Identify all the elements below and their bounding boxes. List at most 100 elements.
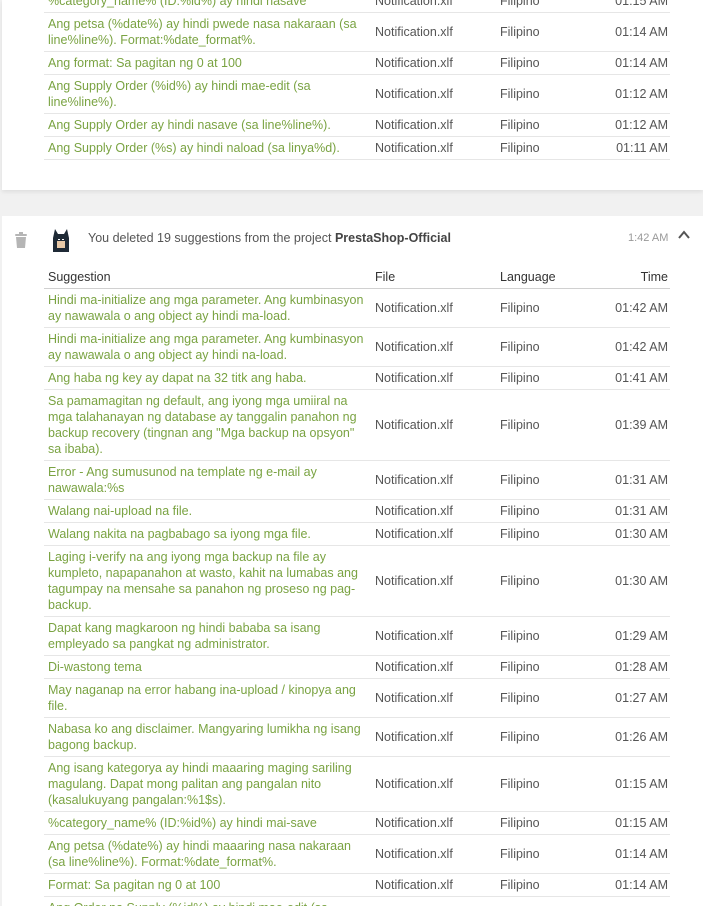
file-cell: Notification.xlf <box>371 522 496 546</box>
time-cell: 01:12 AM <box>596 113 670 137</box>
file-cell: Notification.xlf <box>371 327 496 367</box>
suggestion-cell[interactable]: Sa pamamagitan ng default, ang iyong mga… <box>44 389 371 461</box>
file-cell: Notification.xlf <box>371 545 496 617</box>
file-cell: Notification.xlf <box>371 113 496 137</box>
suggestion-cell[interactable]: Di-wastong tema <box>44 655 371 679</box>
project-link[interactable]: PrestaShop-Official <box>335 231 451 245</box>
time-cell: 01:42 AM <box>596 327 670 367</box>
table-header-row: Suggestion File Language Time <box>44 262 670 289</box>
table-row: %category_name% (ID:%id%) ay hindi mai-s… <box>44 811 670 835</box>
suggestion-cell[interactable]: %category_name% (ID:%id%) ay hindi mai-s… <box>44 811 371 835</box>
table-row: Di-wastong tema Notification.xlf Filipino 0… <box>44 655 670 679</box>
language-cell: Filipino <box>496 896 596 906</box>
suggestion-cell[interactable]: May naganap na error habang ina-upload /… <box>44 678 371 718</box>
time-cell: 01:39 AM <box>596 389 670 461</box>
file-cell: Notification.xlf <box>371 717 496 757</box>
language-cell: Filipino <box>496 51 596 75</box>
file-cell: Notification.xlf <box>371 136 496 160</box>
suggestion-cell[interactable]: Format: Sa pagitan ng 0 at 100 <box>44 873 371 897</box>
table-row: Ang Supply Order (%id%) ay hindi mae-edi… <box>44 74 670 114</box>
table-row: Walang nakita na pagbabago sa iyong mga … <box>44 522 670 546</box>
time-cell: 01:27 AM <box>596 678 670 718</box>
suggestion-cell[interactable]: Ang Supply Order (%s) ay hindi naload (s… <box>44 136 371 160</box>
previous-suggestions-table: %category_name% (ID:%id%) ay hindi nasav… <box>44 0 670 160</box>
deleted-suggestions-event-card: You deleted 19 suggestions from the proj… <box>2 216 703 906</box>
suggestion-cell[interactable]: Walang nai-upload na file. <box>44 499 371 523</box>
time-cell: 01:14 AM <box>596 12 670 52</box>
time-cell: 01:31 AM <box>596 460 670 500</box>
suggestion-cell[interactable]: Ang petsa (%date%) ay hindi maaaring nas… <box>44 834 371 874</box>
suggestion-cell[interactable]: Ang format: Sa pagitan ng 0 at 100 <box>44 51 371 75</box>
table-row: Error - Ang sumusunod na template ng e-m… <box>44 460 670 500</box>
table-row: Sa pamamagitan ng default, ang iyong mga… <box>44 389 670 461</box>
file-cell: Notification.xlf <box>371 0 496 13</box>
table-row: Ang Order na Supply (%id%) ay hindi mae-… <box>44 896 670 906</box>
language-cell: Filipino <box>496 460 596 500</box>
file-cell: Notification.xlf <box>371 873 496 897</box>
suggestion-cell[interactable]: Walang nakita na pagbabago sa iyong mga … <box>44 522 371 546</box>
language-cell: Filipino <box>496 74 596 114</box>
suggestion-cell[interactable]: Ang isang kategorya ay hindi maaaring ma… <box>44 756 371 812</box>
language-cell: Filipino <box>496 12 596 52</box>
language-cell: Filipino <box>496 756 596 812</box>
time-cell: 01:41 AM <box>596 366 670 390</box>
file-cell: Notification.xlf <box>371 811 496 835</box>
suggestion-cell[interactable]: Dapat kang magkaroon ng hindi bababa sa … <box>44 616 371 656</box>
table-row: Ang format: Sa pagitan ng 0 at 100 Notifi… <box>44 51 670 75</box>
suggestion-cell[interactable]: Ang Supply Order (%id%) ay hindi mae-edi… <box>44 74 371 114</box>
suggestion-cell[interactable]: Hindi ma-initialize ang mga parameter. A… <box>44 327 371 367</box>
time-cell: 01:30 AM <box>596 545 670 617</box>
trash-icon[interactable] <box>14 232 28 248</box>
language-cell: Filipino <box>496 717 596 757</box>
language-cell: Filipino <box>496 0 596 13</box>
language-cell: Filipino <box>496 136 596 160</box>
table-row: Nabasa ko ang disclaimer. Mangyaring lum… <box>44 717 670 757</box>
language-cell: Filipino <box>496 499 596 523</box>
language-cell: Filipino <box>496 873 596 897</box>
batman-avatar <box>48 226 74 252</box>
table-row: May naganap na error habang ina-upload /… <box>44 678 670 718</box>
column-header-language: Language <box>496 262 596 289</box>
file-cell: Notification.xlf <box>371 51 496 75</box>
table-row: Ang Supply Order ay hindi nasave (sa lin… <box>44 113 670 137</box>
file-cell: Notification.xlf <box>371 389 496 461</box>
suggestion-cell[interactable]: Laging i-verify na ang iyong mga backup … <box>44 545 371 617</box>
language-cell: Filipino <box>496 834 596 874</box>
suggestion-cell[interactable]: Nabasa ko ang disclaimer. Mangyaring lum… <box>44 717 371 757</box>
time-cell: 01:11 AM <box>596 136 670 160</box>
table-row: %category_name% (ID:%id%) ay hindi nasav… <box>44 0 670 13</box>
column-header-time: Time <box>596 262 670 289</box>
suggestion-cell[interactable]: Ang haba ng key ay dapat na 32 titk ang … <box>44 366 371 390</box>
table-row: Ang haba ng key ay dapat na 32 titk ang … <box>44 366 670 390</box>
event-message: You deleted 19 suggestions from the proj… <box>88 231 451 245</box>
language-cell: Filipino <box>496 678 596 718</box>
suggestion-cell[interactable]: Ang Supply Order ay hindi nasave (sa lin… <box>44 113 371 137</box>
chevron-up-icon[interactable] <box>677 228 691 242</box>
table-row: Ang isang kategorya ay hindi maaaring ma… <box>44 756 670 812</box>
suggestion-cell[interactable]: Ang petsa (%date%) ay hindi pwede nasa n… <box>44 12 371 52</box>
time-cell: 01:15 AM <box>596 811 670 835</box>
file-cell: Notification.xlf <box>371 834 496 874</box>
file-cell: Notification.xlf <box>371 756 496 812</box>
previous-event-card: %category_name% (ID:%id%) ay hindi nasav… <box>2 0 703 190</box>
language-cell: Filipino <box>496 113 596 137</box>
file-cell: Notification.xlf <box>371 896 496 906</box>
time-cell: 01:26 AM <box>596 717 670 757</box>
time-cell: 01:13 AM <box>596 896 670 906</box>
language-cell: Filipino <box>496 389 596 461</box>
language-cell: Filipino <box>496 522 596 546</box>
table-row: Dapat kang magkaroon ng hindi bababa sa … <box>44 616 670 656</box>
time-cell: 01:28 AM <box>596 655 670 679</box>
suggestion-cell[interactable]: Ang Order na Supply (%id%) ay hindi mae-… <box>44 896 371 906</box>
language-cell: Filipino <box>496 366 596 390</box>
time-cell: 01:14 AM <box>596 873 670 897</box>
suggestion-cell[interactable]: Error - Ang sumusunod na template ng e-m… <box>44 460 371 500</box>
table-row: Laging i-verify na ang iyong mga backup … <box>44 545 670 617</box>
time-cell: 01:15 AM <box>596 0 670 13</box>
file-cell: Notification.xlf <box>371 74 496 114</box>
suggestion-cell[interactable]: %category_name% (ID:%id%) ay hindi nasav… <box>44 0 371 13</box>
language-cell: Filipino <box>496 655 596 679</box>
language-cell: Filipino <box>496 811 596 835</box>
event-message-text: You deleted 19 suggestions from the proj… <box>88 231 335 245</box>
suggestion-cell[interactable]: Hindi ma-initialize ang mga parameter. A… <box>44 288 371 328</box>
